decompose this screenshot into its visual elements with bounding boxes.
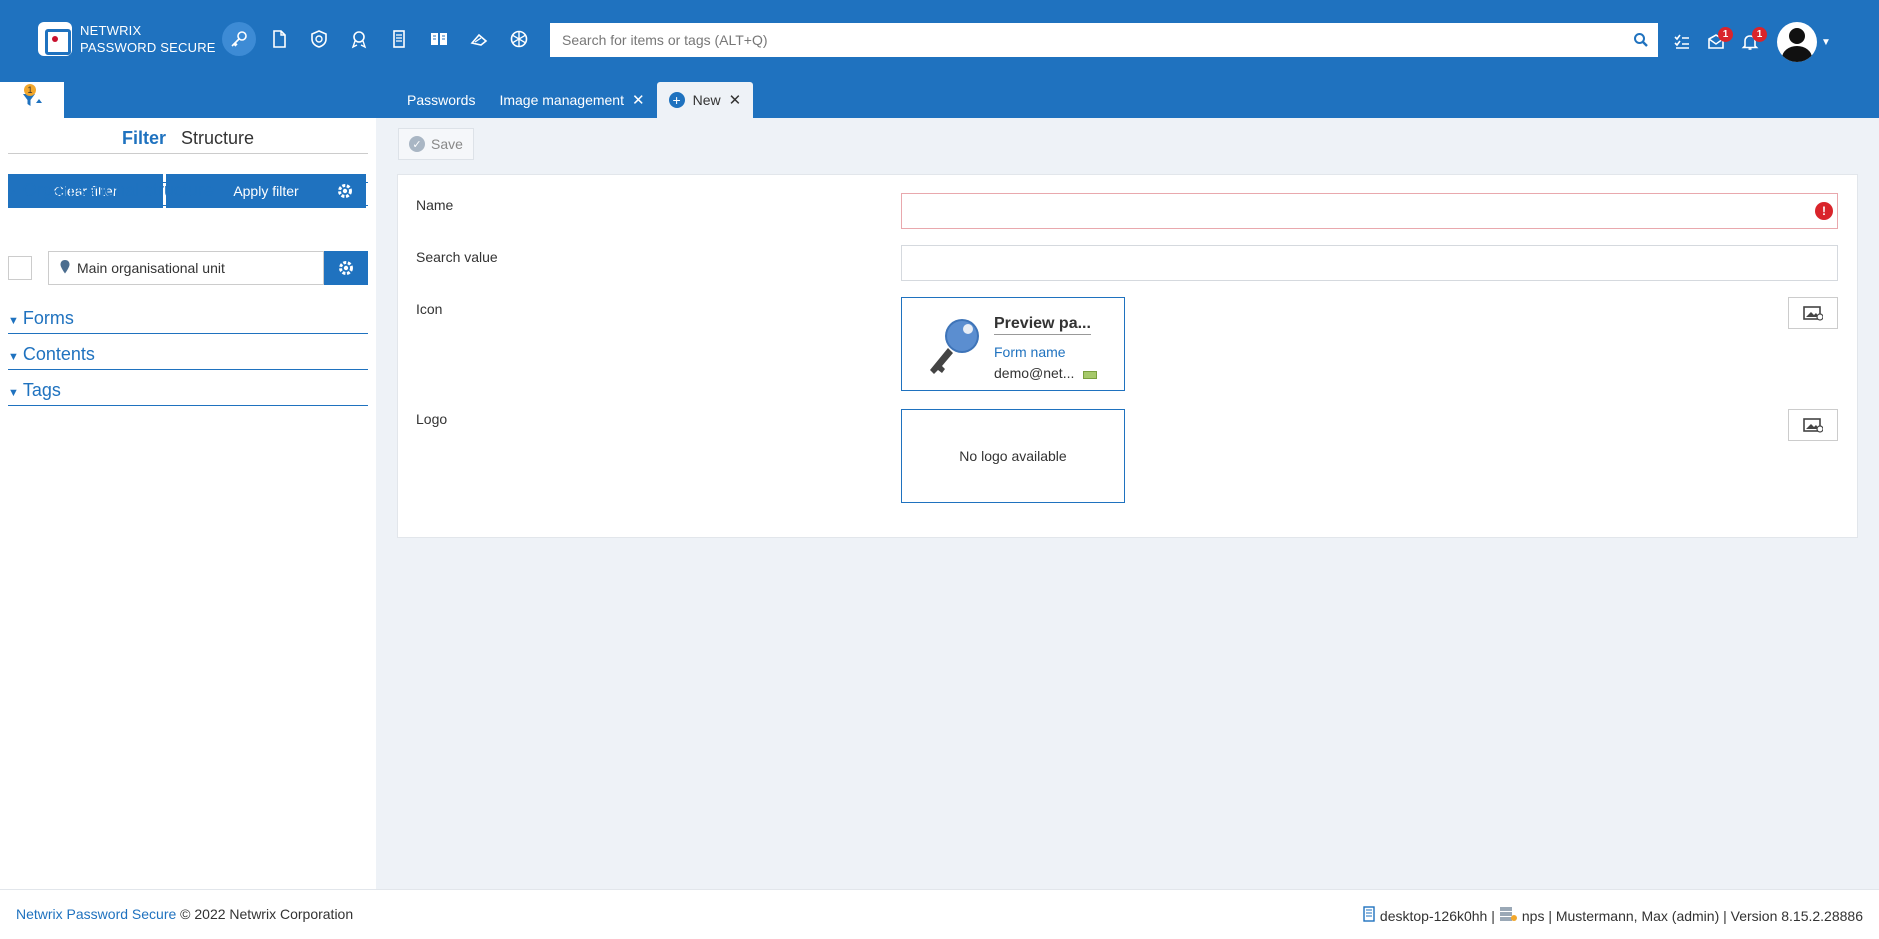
check-icon: ✓ — [409, 136, 426, 152]
document-tabs: Passwords Image management ✕ + New ✕ — [395, 82, 754, 118]
tab-label: Passwords — [407, 92, 476, 108]
image-icon — [1803, 306, 1823, 321]
tasks-icon[interactable] — [1665, 25, 1699, 59]
name-label: Name — [416, 197, 454, 213]
preview-demo: demo@net... — [994, 365, 1075, 381]
gear-icon[interactable] — [324, 251, 368, 285]
select-logo-button[interactable] — [1788, 409, 1838, 441]
preview-form-name: Form name — [994, 344, 1066, 360]
app-logo[interactable]: NETWRIX PASSWORD SECURE — [38, 22, 216, 56]
search-value-field[interactable] — [901, 245, 1838, 281]
logo-label: Logo — [416, 411, 448, 427]
notifications-badge: 1 — [1752, 27, 1767, 42]
server-name: desktop-126k0hh | — [1379, 907, 1495, 924]
key-icon[interactable] — [222, 22, 256, 56]
badge-icon[interactable] — [342, 22, 376, 56]
no-logo-text: No logo available — [959, 448, 1067, 464]
snowflake-icon[interactable] — [502, 22, 536, 56]
chevron-down-icon: ▼ — [8, 351, 19, 363]
tab-filter[interactable]: Filter — [122, 128, 166, 148]
shield-icon[interactable] — [302, 22, 336, 56]
search-input[interactable] — [550, 23, 1624, 57]
search-icon[interactable] — [1624, 32, 1658, 48]
session-info: nps | Mustermann, Max (admin) | Version … — [1521, 907, 1863, 924]
server-icon — [1363, 906, 1375, 925]
chevron-down-icon: ▼ — [8, 315, 19, 327]
paint-icon[interactable] — [462, 22, 496, 56]
org-unit-label: Main organisational unit — [77, 260, 225, 276]
tab-new[interactable]: + New ✕ — [656, 82, 754, 118]
messages-icon[interactable]: 1 — [1699, 25, 1733, 59]
database-icon — [1499, 906, 1517, 925]
top-bar: NETWRIX PASSWORD SECURE Search for items… — [0, 0, 1879, 118]
save-button[interactable]: ✓ Save — [398, 128, 474, 160]
logo-icon — [38, 22, 72, 56]
tab-structure[interactable]: Structure — [181, 128, 254, 148]
org-unit-row: Main organisational unit — [8, 251, 368, 285]
section-label: Organisational structure — [22, 180, 214, 200]
tab-image-management[interactable]: Image management ✕ — [487, 82, 656, 118]
logo-text: NETWRIX PASSWORD SECURE — [80, 22, 216, 56]
tab-label: Image management — [499, 92, 624, 108]
notes-icon[interactable] — [382, 22, 416, 56]
save-label: Save — [431, 136, 463, 152]
messages-badge: 1 — [1718, 27, 1733, 42]
section-tags[interactable]: ▼ Tags — [8, 380, 368, 406]
sidebar-header: Filter Structure — [8, 128, 368, 154]
plus-circle-icon: + — [668, 92, 685, 108]
chevron-up-icon: ▲ — [8, 187, 19, 199]
section-label: Forms — [22, 308, 74, 328]
key-icon — [924, 314, 984, 381]
tab-label: New — [692, 92, 721, 108]
book-icon[interactable] — [422, 22, 456, 56]
org-unit-checkbox[interactable] — [8, 256, 32, 280]
select-icon-button[interactable] — [1788, 297, 1838, 329]
flag-icon — [1083, 371, 1097, 379]
logo-preview: No logo available — [901, 409, 1125, 503]
logo-line1: NETWRIX — [80, 23, 142, 38]
section-label: Contents — [22, 344, 95, 364]
copyright-text: © 2022 Netwrix Corporation — [180, 906, 354, 922]
name-field[interactable]: ! — [901, 193, 1838, 229]
image-form-panel: Name ! Search value Icon Preview pa... F… — [397, 174, 1858, 538]
icon-label: Icon — [416, 301, 443, 317]
document-icon[interactable] — [262, 22, 296, 56]
status-footer: Netwrix Password Secure © 2022 Netwrix C… — [0, 889, 1879, 939]
footer-left: Netwrix Password Secure © 2022 Netwrix C… — [16, 906, 353, 922]
org-unit-field[interactable]: Main organisational unit — [48, 251, 324, 285]
section-organisational-structure[interactable]: ▲ Organisational structure — [8, 180, 368, 206]
header-actions: 1 1 ▼ — [1665, 22, 1831, 62]
filter-badge: 1 — [24, 84, 36, 96]
tab-passwords[interactable]: Passwords — [395, 82, 487, 118]
chevron-down-icon[interactable]: ▼ — [1821, 37, 1831, 48]
footer-right: desktop-126k0hh | nps | Mustermann, Max … — [1363, 906, 1863, 925]
error-icon: ! — [1815, 202, 1833, 220]
location-pin-icon — [59, 259, 71, 278]
search-value-label: Search value — [416, 249, 498, 265]
filter-toggle-tab[interactable]: 1 — [0, 82, 64, 118]
section-label: Tags — [22, 380, 61, 400]
section-forms[interactable]: ▼ Forms — [8, 308, 368, 334]
close-icon[interactable]: ✕ — [729, 91, 742, 109]
filter-sidebar: Filter Structure Clear filter Apply filt… — [0, 118, 376, 889]
preview-title: Preview pa... — [994, 315, 1091, 335]
module-nav — [222, 22, 542, 56]
chevron-down-icon: ▼ — [8, 387, 19, 399]
image-icon — [1803, 418, 1823, 433]
icon-preview: Preview pa... Form name demo@net... — [901, 297, 1125, 391]
product-link[interactable]: Netwrix Password Secure — [16, 906, 176, 922]
section-contents[interactable]: ▼ Contents — [8, 344, 368, 370]
close-icon[interactable]: ✕ — [632, 91, 645, 109]
user-avatar[interactable] — [1777, 22, 1817, 62]
logo-line2: PASSWORD SECURE — [80, 40, 216, 55]
notifications-icon[interactable]: 1 — [1733, 25, 1767, 59]
global-search — [550, 23, 1658, 57]
